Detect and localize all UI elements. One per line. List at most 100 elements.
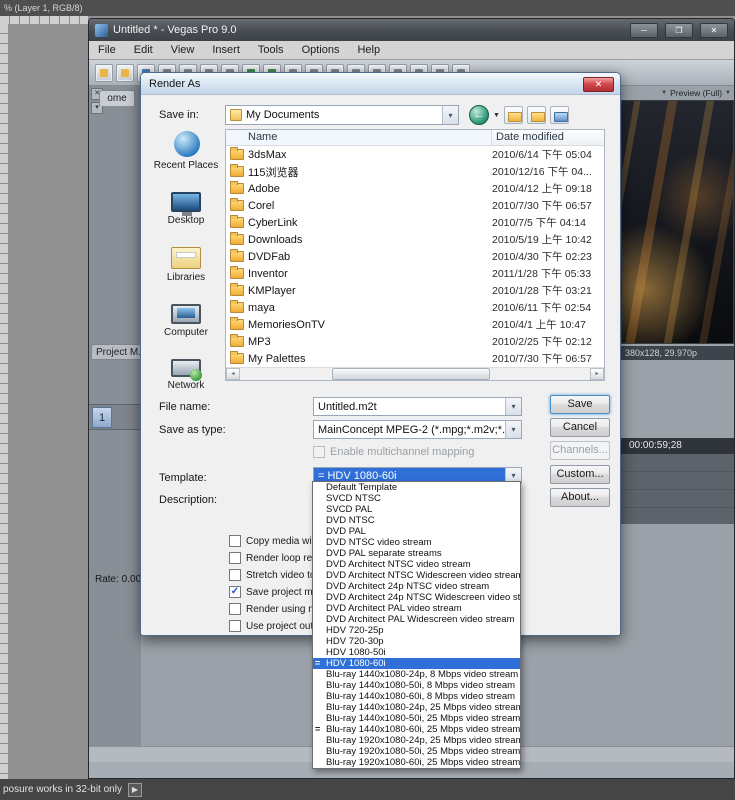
file-row[interactable]: MP32010/2/25 下午 02:12 <box>226 333 604 350</box>
file-row[interactable]: KMPlayer2010/1/28 下午 03:21 <box>226 282 604 299</box>
template-option[interactable]: =HDV 1080-60i <box>313 658 520 669</box>
template-option[interactable]: =Blu-ray 1440x1080-60i, 25 Mbps video st… <box>313 724 520 735</box>
file-row[interactable]: 3dsMax2010/6/14 下午 05:04 <box>226 146 604 163</box>
close-window-button[interactable]: ✕ <box>700 23 728 38</box>
maximize-button[interactable]: ❐ <box>665 23 693 38</box>
place-computer[interactable]: Computer <box>151 304 221 338</box>
template-option[interactable]: DVD Architect 24p NTSC Widescreen video … <box>313 592 520 603</box>
file-row[interactable]: My Palettes2010/7/30 下午 06:57 <box>226 350 604 367</box>
template-option[interactable]: Blu-ray 1440x1080-24p, 8 Mbps video stre… <box>313 669 520 680</box>
template-option[interactable]: Blu-ray 1920x1080-24p, 25 Mbps video str… <box>313 735 520 746</box>
save-button[interactable]: Save <box>550 395 610 414</box>
horizontal-scrollbar[interactable]: ◂ ▸ <box>226 367 604 380</box>
scroll-left-arrow-icon[interactable]: ◂ <box>226 368 240 380</box>
save-as-type-dropdown-arrow-icon[interactable] <box>505 421 521 438</box>
file-row[interactable]: 115浏览器2010/12/16 下午 04... <box>226 163 604 180</box>
column-header-name[interactable]: Name <box>226 130 492 145</box>
template-option[interactable]: DVD NTSC <box>313 515 520 526</box>
view-menu-icon[interactable] <box>550 106 569 124</box>
network-icon <box>171 359 201 377</box>
dialog-close-button[interactable]: ✕ <box>583 77 614 92</box>
checkbox-icon[interactable]: ✓ <box>229 586 241 598</box>
menu-edit[interactable]: Edit <box>125 41 162 60</box>
place-network[interactable]: Network <box>151 359 221 391</box>
template-option[interactable]: Default Template <box>313 482 520 493</box>
scrollbar-thumb[interactable] <box>332 368 490 380</box>
menu-help[interactable]: Help <box>348 41 389 60</box>
dialog-titlebar[interactable]: Render As <box>141 73 620 95</box>
new-folder-icon[interactable] <box>527 106 546 124</box>
open-project-icon[interactable] <box>116 64 134 82</box>
timeline-track-row[interactable]: 1 <box>89 404 141 430</box>
back-icon[interactable]: ← <box>469 105 489 125</box>
template-option[interactable]: Blu-ray 1440x1080-50i, 25 Mbps video str… <box>313 713 520 724</box>
scrollbar-track[interactable] <box>240 368 590 380</box>
back-history-caret-icon[interactable]: ▼ <box>493 112 500 119</box>
about-button[interactable]: About... <box>550 488 610 507</box>
save-in-dropdown-arrow-icon[interactable] <box>442 106 458 124</box>
file-row[interactable]: DVDFab2010/4/30 下午 02:23 <box>226 248 604 265</box>
track-number-badge[interactable]: 1 <box>92 407 112 428</box>
template-option[interactable]: DVD PAL <box>313 526 520 537</box>
up-one-level-icon[interactable] <box>504 106 523 124</box>
file-row[interactable]: Downloads2010/5/19 上午 10:42 <box>226 231 604 248</box>
menu-file[interactable]: File <box>89 41 125 60</box>
file-row[interactable]: Corel2010/7/30 下午 06:57 <box>226 197 604 214</box>
template-option[interactable]: HDV 720-25p <box>313 625 520 636</box>
save-as-type-combobox[interactable]: MainConcept MPEG-2 (*.mpg;*.m2v;*.m2t;*.… <box>313 420 522 439</box>
checkbox-icon[interactable] <box>229 569 241 581</box>
template-option[interactable]: DVD Architect NTSC video stream <box>313 559 520 570</box>
checkbox-icon[interactable] <box>229 552 241 564</box>
preview-options-caret-icon[interactable]: ▼ <box>661 90 667 96</box>
file-row[interactable]: MemoriesOnTV2010/4/1 上午 10:47 <box>226 316 604 333</box>
template-option[interactable]: Blu-ray 1920x1080-50i, 25 Mbps video str… <box>313 746 520 757</box>
checkbox-icon[interactable] <box>229 620 241 632</box>
checkbox-icon[interactable] <box>229 603 241 615</box>
timeline-ruler[interactable]: 00:00:59;28 <box>621 438 734 454</box>
template-option[interactable]: SVCD NTSC <box>313 493 520 504</box>
channels-button[interactable]: Channels... <box>550 441 610 460</box>
menu-insert[interactable]: Insert <box>203 41 249 60</box>
template-option[interactable]: HDV 1080-50i <box>313 647 520 658</box>
preview-quality-label[interactable]: Preview (Full) <box>670 88 722 98</box>
template-option[interactable]: Blu-ray 1440x1080-60i, 8 Mbps video stre… <box>313 691 520 702</box>
file-name-dropdown-arrow-icon[interactable] <box>505 398 521 415</box>
menu-tools[interactable]: Tools <box>249 41 293 60</box>
template-option[interactable]: DVD PAL separate streams <box>313 548 520 559</box>
template-option[interactable]: Blu-ray 1920x1080-60i, 25 Mbps video str… <box>313 757 520 768</box>
column-header-date-modified[interactable]: Date modified <box>492 130 604 145</box>
menu-view[interactable]: View <box>162 41 204 60</box>
new-project-icon[interactable] <box>95 64 113 82</box>
multichannel-checkbox-icon[interactable] <box>313 446 325 458</box>
template-option[interactable]: DVD Architect PAL video stream <box>313 603 520 614</box>
template-option[interactable]: DVD Architect NTSC Widescreen video stre… <box>313 570 520 581</box>
checkbox-icon[interactable] <box>229 535 241 547</box>
place-recent[interactable]: Recent Places <box>151 131 221 171</box>
place-libraries[interactable]: Libraries <box>151 247 221 283</box>
statusbar-play-icon[interactable]: ▶ <box>128 783 142 797</box>
template-option[interactable]: DVD Architect PAL Widescreen video strea… <box>313 614 520 625</box>
template-option[interactable]: Blu-ray 1440x1080-24p, 25 Mbps video str… <box>313 702 520 713</box>
file-name-value[interactable]: Untitled.m2t <box>314 398 505 415</box>
place-desktop[interactable]: Desktop <box>151 192 221 226</box>
save-in-combobox[interactable]: My Documents <box>225 105 459 125</box>
template-option[interactable]: HDV 720-30p <box>313 636 520 647</box>
cancel-button[interactable]: Cancel <box>550 418 610 437</box>
file-row[interactable]: Adobe2010/4/12 上午 09:18 <box>226 180 604 197</box>
template-option[interactable]: DVD NTSC video stream <box>313 537 520 548</box>
template-option[interactable]: DVD Architect 24p NTSC video stream <box>313 581 520 592</box>
custom-button[interactable]: Custom... <box>550 465 610 484</box>
scroll-right-arrow-icon[interactable]: ▸ <box>590 368 604 380</box>
timeline-area[interactable] <box>621 454 734 524</box>
file-row[interactable]: maya2010/6/11 下午 02:54 <box>226 299 604 316</box>
vegas-titlebar[interactable]: Untitled * - Vegas Pro 9.0 ─ ❐ ✕ <box>89 19 734 41</box>
minimize-button[interactable]: ─ <box>630 23 658 38</box>
menu-options[interactable]: Options <box>293 41 349 60</box>
docked-window-tab[interactable]: ome <box>99 90 135 106</box>
template-option[interactable]: Blu-ray 1440x1080-50i, 8 Mbps video stre… <box>313 680 520 691</box>
file-row[interactable]: CyberLink2010/7/5 下午 04:14 <box>226 214 604 231</box>
file-name-combobox[interactable]: Untitled.m2t <box>313 397 522 416</box>
preview-quality-caret-icon[interactable]: ▼ <box>725 90 731 96</box>
template-option[interactable]: SVCD PAL <box>313 504 520 515</box>
file-row[interactable]: Inventor2011/1/28 下午 05:33 <box>226 265 604 282</box>
